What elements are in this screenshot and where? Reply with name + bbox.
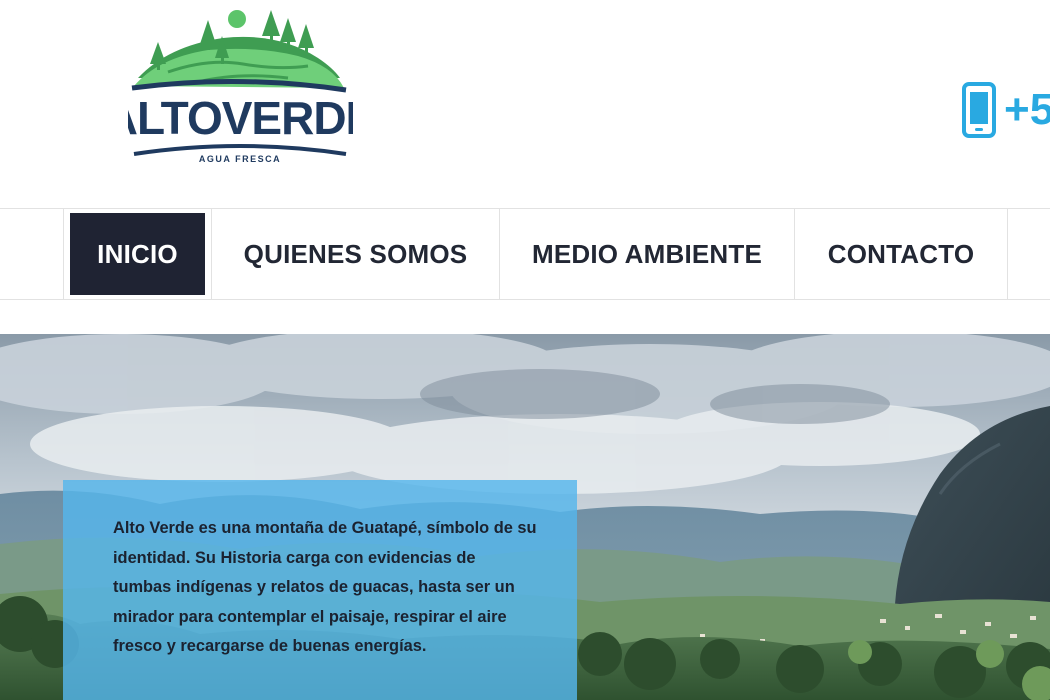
- main-navigation: INICIO QUIENES SOMOS MEDIO AMBIENTE CONT…: [0, 208, 1050, 300]
- nav-item-inicio[interactable]: INICIO: [64, 209, 212, 299]
- brand-name: ALTOVERDE: [128, 92, 353, 144]
- phone-number[interactable]: +5: [1004, 85, 1050, 135]
- site-header: ALTOVERDE AGUA FRESCA +5: [0, 0, 1050, 208]
- phone-contact[interactable]: +5: [962, 82, 1050, 138]
- mountain-logo-icon: ALTOVERDE AGUA FRESCA: [105, 10, 376, 164]
- nav-item-label: QUIENES SOMOS: [243, 238, 468, 269]
- brand-tagline: AGUA FRESCA: [199, 154, 281, 164]
- nav-item-label: INICIO: [70, 213, 205, 295]
- nav-item-quienes-somos[interactable]: QUIENES SOMOS: [212, 209, 500, 299]
- altoverde-logo[interactable]: ALTOVERDE AGUA FRESCA: [105, 6, 376, 171]
- hero-description: Alto Verde es una montaña de Guatapé, sí…: [113, 519, 537, 656]
- nav-item-label: MEDIO AMBIENTE: [531, 238, 763, 269]
- nav-item-contacto[interactable]: CONTACTO: [795, 209, 1008, 299]
- mobile-phone-icon: [962, 82, 996, 138]
- nav-item-medio-ambiente[interactable]: MEDIO AMBIENTE: [500, 209, 795, 299]
- nav-item-label: CONTACTO: [827, 238, 975, 269]
- hero-info-box: Alto Verde es una montaña de Guatapé, sí…: [63, 480, 577, 700]
